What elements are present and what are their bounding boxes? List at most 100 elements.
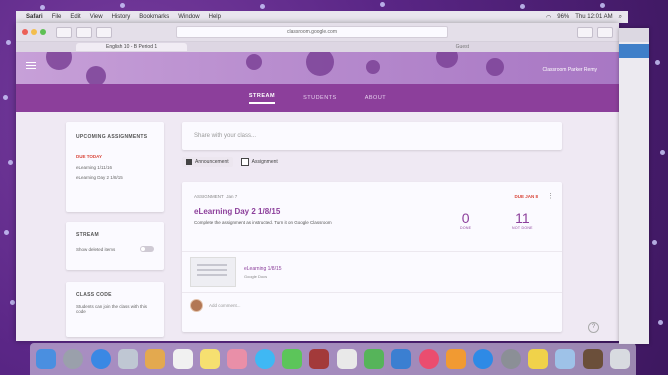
music-icon[interactable]: [418, 349, 439, 369]
tab-students[interactable]: STUDENTS: [303, 95, 337, 101]
tab-classroom[interactable]: English 10 - B Period 1: [76, 43, 188, 51]
not-done-count: 11: [515, 210, 530, 226]
dock: [30, 343, 636, 375]
attachment[interactable]: eLearning 1/8/15 Google Docs: [182, 252, 562, 293]
due-date-badge: DUE JAN 8: [514, 194, 538, 199]
app-store-icon[interactable]: [473, 349, 494, 369]
menu-edit[interactable]: Edit: [70, 14, 80, 20]
photo-booth-icon[interactable]: [309, 349, 330, 369]
attachment-title[interactable]: eLearning 1/8/15: [244, 266, 282, 272]
announcement-label: Announcement: [195, 159, 229, 165]
photos-icon[interactable]: [227, 349, 248, 369]
done-label: DONE: [460, 226, 472, 230]
tab-guest[interactable]: Guest: [456, 44, 469, 50]
class-nav: STREAM STUDENTS ABOUT: [16, 84, 619, 112]
more-options-icon[interactable]: ⋮: [547, 192, 554, 200]
minimize-icon[interactable]: [31, 29, 37, 35]
share-button[interactable]: [577, 26, 593, 38]
facetime-icon[interactable]: [281, 349, 302, 369]
assignment-card: ASSIGNMENT Jan 7 eLearning Day 2 1/8/15 …: [182, 182, 562, 332]
keynote-icon[interactable]: [391, 349, 412, 369]
menu-window[interactable]: Window: [178, 14, 199, 20]
calendar-alt-icon[interactable]: [336, 349, 357, 369]
class-code-card: CLASS CODE Students can join the class w…: [66, 282, 164, 337]
trash-icon[interactable]: [609, 349, 630, 369]
browser-toolbar: classroom.google.com: [16, 23, 619, 42]
close-icon[interactable]: [22, 29, 28, 35]
menu-file[interactable]: File: [52, 14, 62, 20]
done-count: 0: [461, 210, 470, 226]
tabs-button[interactable]: [597, 26, 613, 38]
post-type-row: Announcement Assignment: [182, 156, 282, 168]
wifi-icon[interactable]: ◠: [546, 14, 551, 21]
attachment-thumbnail: [190, 257, 236, 287]
assignment-title[interactable]: eLearning Day 2 1/8/15: [194, 207, 550, 216]
assignment-label: Assignment: [251, 159, 278, 165]
attachment-type: Google Docs: [244, 273, 268, 279]
browser-window: classroom.google.com English 10 - B Peri…: [16, 23, 619, 341]
assignment-icon: [240, 158, 249, 166]
menu-help[interactable]: Help: [209, 14, 221, 20]
address-bar[interactable]: classroom.google.com: [176, 26, 448, 38]
stream-content: UPCOMING ASSIGNMENTS DUE TODAY eLearning…: [16, 112, 619, 341]
menu-view[interactable]: View: [90, 14, 103, 20]
upcoming-item[interactable]: eLearning 1/11/16: [76, 165, 154, 170]
notes-icon[interactable]: [145, 349, 166, 369]
menu-safari[interactable]: Safari: [26, 14, 43, 20]
comment-input[interactable]: Add comment...: [209, 303, 241, 308]
help-icon[interactable]: ?: [588, 322, 599, 333]
macos-menubar: Safari File Edit View History Bookmarks …: [16, 11, 628, 23]
clock[interactable]: Thu 12:01 AM: [575, 14, 612, 20]
stream-settings-card: STREAM Show deleted items: [66, 222, 164, 270]
ibooks-icon[interactable]: [445, 349, 466, 369]
not-done-stat[interactable]: 11 NOT DONE: [512, 210, 533, 230]
settings-icon[interactable]: [500, 349, 521, 369]
show-deleted-label: Show deleted items: [76, 246, 116, 252]
sidebar-button[interactable]: [96, 26, 112, 38]
numbers-icon[interactable]: [363, 349, 384, 369]
done-stat[interactable]: 0 DONE: [460, 210, 471, 230]
forward-button[interactable]: [76, 26, 92, 38]
not-done-label: NOT DONE: [512, 226, 533, 230]
calendar-icon[interactable]: [172, 349, 193, 369]
avatar: [190, 299, 203, 312]
messages-icon[interactable]: [254, 349, 275, 369]
zoom-icon[interactable]: [40, 29, 46, 35]
user-name[interactable]: Classroom Parker Remy: [543, 67, 597, 73]
upcoming-item[interactable]: eLearning Day 2 1/8/15: [76, 175, 154, 180]
back-button[interactable]: [56, 26, 72, 38]
stream-title: STREAM: [76, 232, 99, 238]
preview-icon[interactable]: [117, 349, 138, 369]
search-icon[interactable]: ⌕: [619, 14, 622, 21]
assignment-type-label: ASSIGNMENT: [194, 194, 224, 199]
launchpad-icon[interactable]: [63, 349, 84, 369]
upcoming-title: UPCOMING ASSIGNMENTS: [76, 134, 148, 140]
hamburger-menu-icon[interactable]: [26, 62, 36, 70]
share-input[interactable]: Share with your class...: [182, 122, 562, 150]
class-code-title: CLASS CODE: [76, 292, 112, 298]
tab-bar: English 10 - B Period 1 Guest: [16, 42, 619, 52]
script-icon[interactable]: [582, 349, 603, 369]
comment-row[interactable]: Add comment...: [182, 293, 562, 318]
stickies-icon[interactable]: [199, 349, 220, 369]
menu-history[interactable]: History: [112, 14, 131, 20]
safari-icon[interactable]: [90, 349, 111, 369]
tab-stream[interactable]: STREAM: [248, 93, 276, 104]
assignment-button[interactable]: Assignment: [237, 156, 282, 168]
class-code-desc: Students can join the class with this co…: [76, 304, 148, 314]
finder-icon[interactable]: [36, 349, 56, 369]
folder-icon[interactable]: [555, 349, 576, 369]
due-today-label: DUE TODAY: [76, 154, 103, 159]
battery-level[interactable]: 96%: [557, 14, 569, 20]
assignment-date: Jan 7: [226, 194, 238, 199]
tab-about[interactable]: ABOUT: [365, 95, 386, 101]
menu-bookmarks[interactable]: Bookmarks: [139, 14, 169, 20]
upcoming-assignments-card: UPCOMING ASSIGNMENTS DUE TODAY eLearning…: [66, 122, 164, 212]
pencil-icon[interactable]: [527, 349, 548, 369]
show-deleted-toggle[interactable]: [140, 246, 154, 252]
background-window: [619, 28, 649, 344]
assignment-description: Complete the assignment as instructed. T…: [194, 220, 332, 225]
announcement-button[interactable]: Announcement: [182, 157, 233, 167]
window-controls: [22, 29, 46, 35]
share-box[interactable]: Share with your class...: [182, 122, 562, 150]
